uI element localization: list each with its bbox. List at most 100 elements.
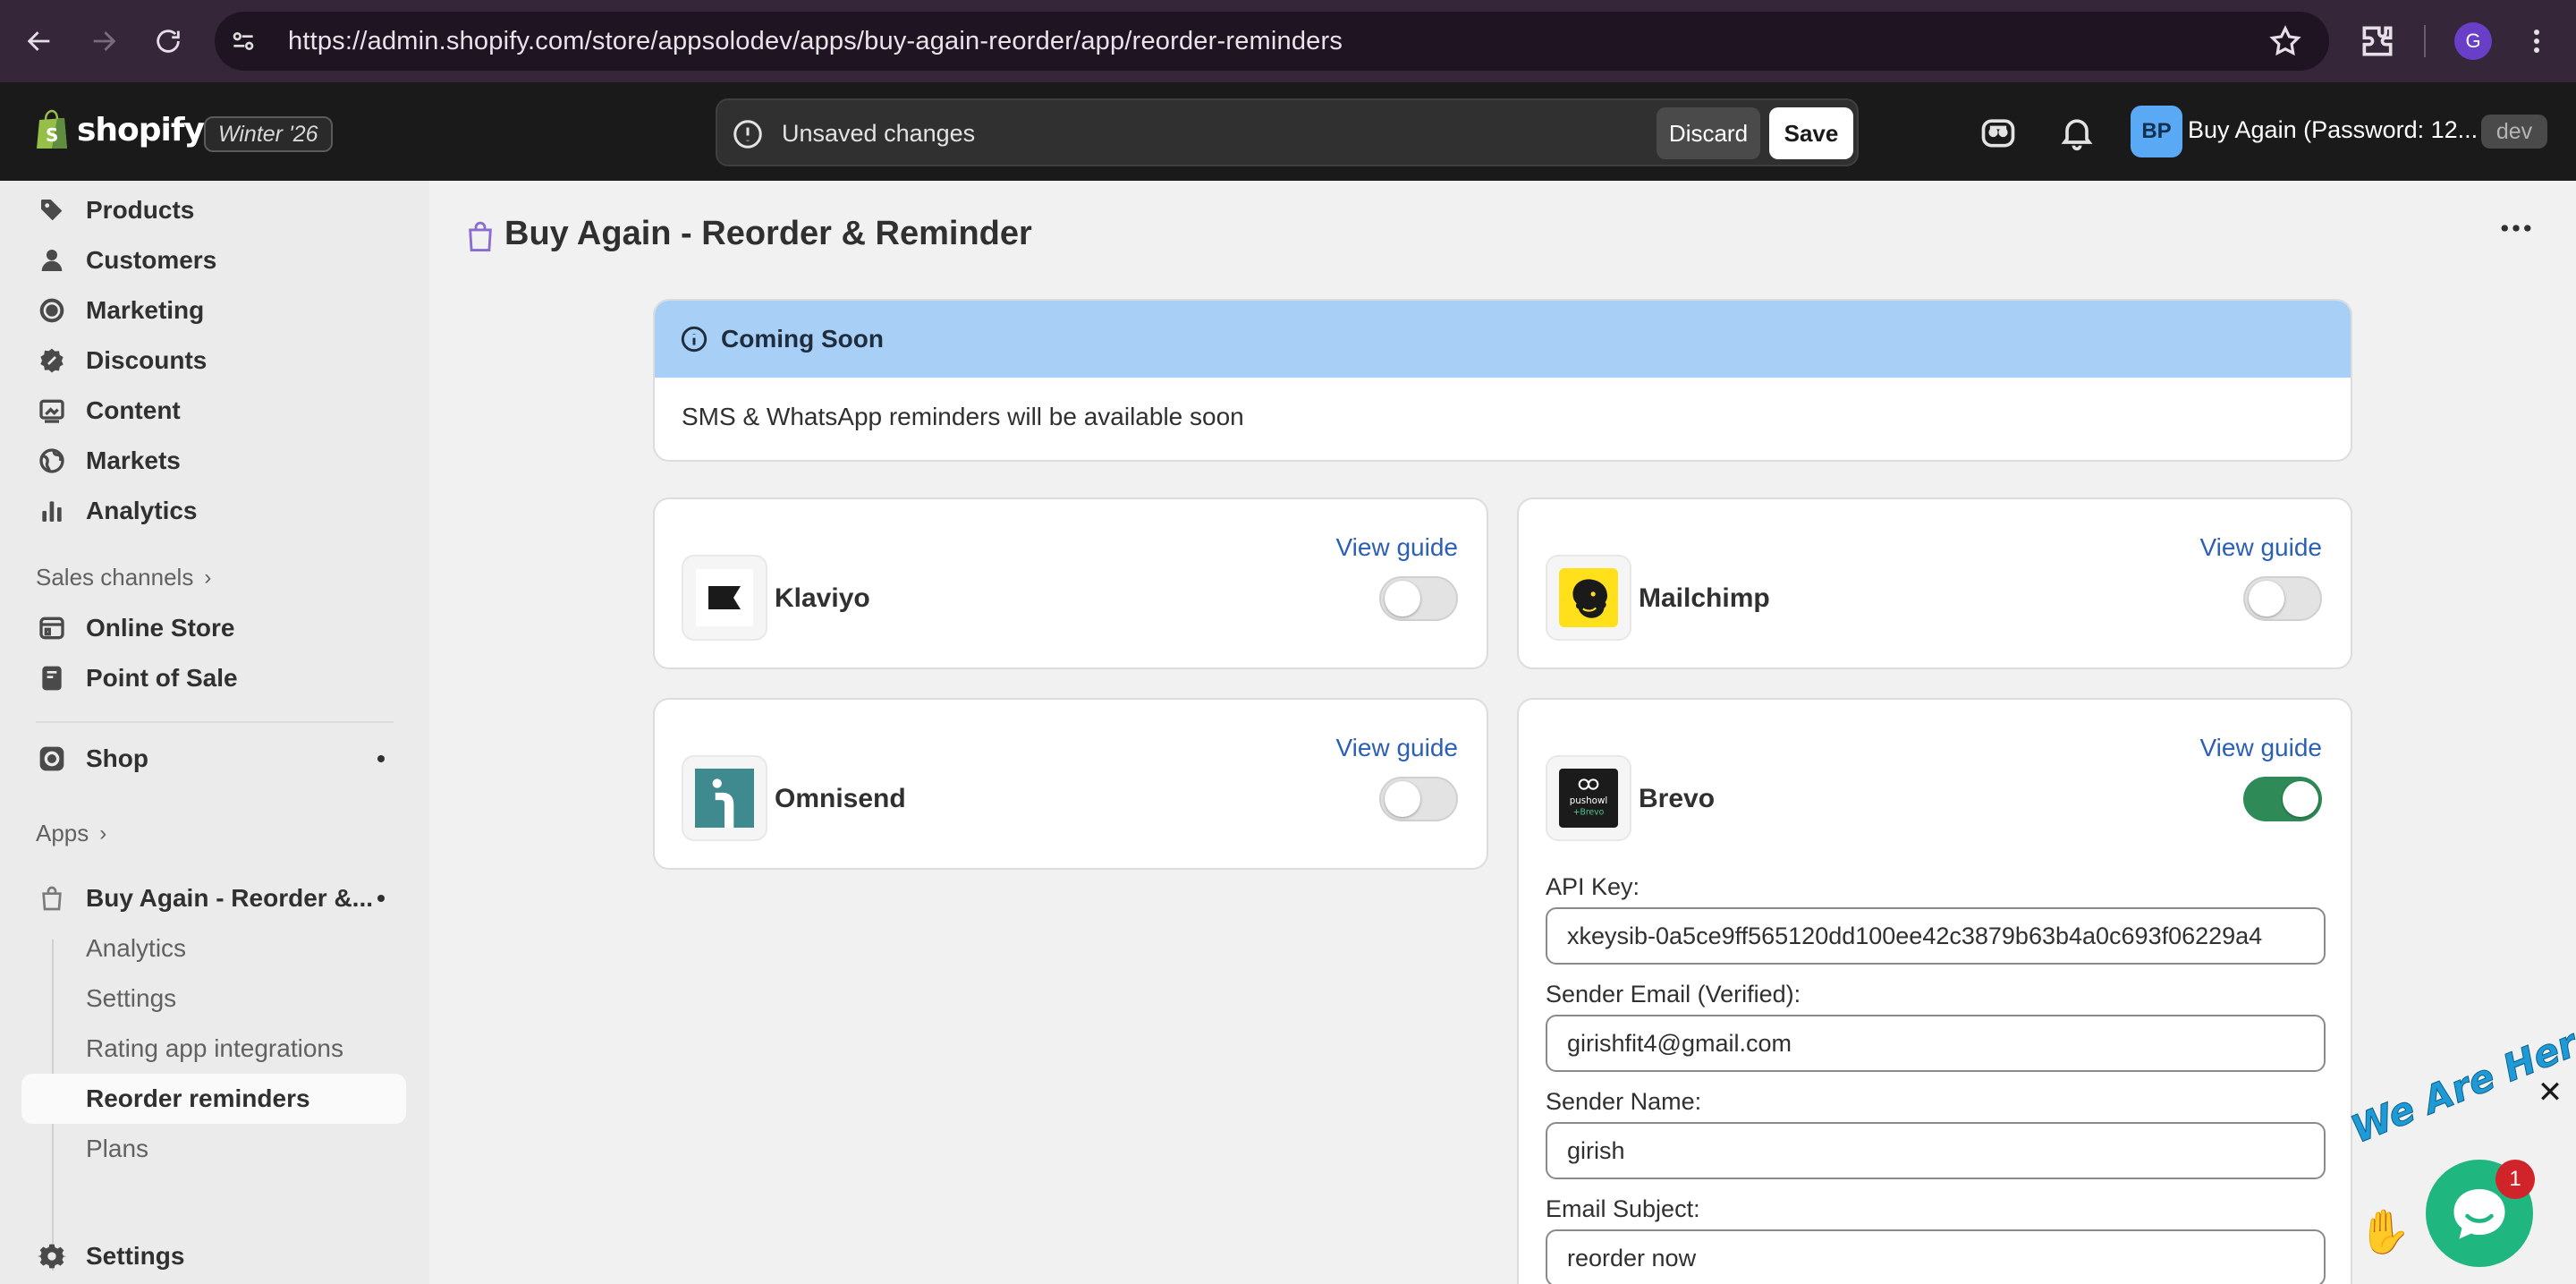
- toggle-knob: [2283, 781, 2318, 817]
- shopping-bag-icon: [36, 882, 68, 914]
- extensions-icon[interactable]: [2358, 21, 2397, 61]
- banner-body: SMS & WhatsApp reminders will be availab…: [682, 403, 1244, 430]
- brevo-toggle[interactable]: [2243, 777, 2322, 821]
- admin-topbar: S shopify Winter '26 Unsaved changes Dis…: [0, 82, 2576, 181]
- browser-toolbar: https://admin.shopify.com/store/appsolod…: [0, 0, 2576, 82]
- integration-name: Klaviyo: [775, 583, 870, 613]
- shopify-logo[interactable]: S shopify: [34, 109, 205, 150]
- sidebar-item-markets[interactable]: Markets: [21, 438, 406, 484]
- store-avatar[interactable]: BP: [2131, 106, 2182, 157]
- view-guide-link[interactable]: View guide: [1336, 734, 1458, 762]
- gear-icon: [36, 1240, 68, 1272]
- sidebar-item-online-store[interactable]: Online Store: [21, 605, 406, 651]
- toggle-knob: [1385, 781, 1420, 817]
- toolbar-divider: [2424, 25, 2426, 57]
- mailchimp-toggle[interactable]: [2243, 576, 2322, 621]
- sidebar-subitem-reorder-reminders[interactable]: Reorder reminders: [21, 1074, 406, 1124]
- apps-heading[interactable]: Apps ›: [36, 820, 106, 847]
- globe-icon: [36, 445, 68, 477]
- address-bar[interactable]: https://admin.shopify.com/store/appsolod…: [215, 12, 2329, 71]
- site-settings-icon[interactable]: [225, 23, 261, 59]
- sender-email-label: Sender Email (Verified):: [1546, 981, 1801, 1008]
- sidebar-item-label: Marketing: [86, 296, 205, 324]
- store-icon: [36, 612, 68, 644]
- integration-card-klaviyo: Klaviyo View guide: [653, 497, 1488, 669]
- save-button[interactable]: Save: [1769, 107, 1853, 159]
- tag-icon: [36, 194, 68, 226]
- sidebar-subitem-plans[interactable]: Plans: [86, 1135, 148, 1163]
- forward-button[interactable]: [72, 9, 136, 73]
- sidebar-item-analytics[interactable]: Analytics: [21, 488, 406, 534]
- sidebar-subitem-rating-integrations[interactable]: Rating app integrations: [86, 1034, 343, 1063]
- sidebar-item-settings[interactable]: Settings: [21, 1233, 406, 1280]
- page-header: Buy Again - Reorder & Reminder: [429, 181, 2576, 293]
- sidebar-item-label: Content: [86, 396, 181, 424]
- klaviyo-logo: [682, 555, 767, 641]
- reload-button[interactable]: [136, 9, 200, 73]
- omnisend-toggle[interactable]: [1379, 777, 1458, 821]
- sidebar-item-content[interactable]: Content: [21, 387, 406, 434]
- sidebar-subitem-analytics[interactable]: Analytics: [86, 934, 186, 963]
- svg-text:S: S: [46, 124, 58, 146]
- coming-soon-banner: Coming Soon SMS & WhatsApp reminders wil…: [653, 299, 2352, 462]
- pinned-dot: [377, 895, 385, 902]
- sidebar-item-buy-again-app[interactable]: Buy Again - Reorder &...: [21, 875, 406, 922]
- sender-name-input[interactable]: girish: [1546, 1122, 2326, 1179]
- pinned-dot: [377, 755, 385, 762]
- mailchimp-logo: [1546, 555, 1631, 641]
- view-guide-link[interactable]: View guide: [2200, 734, 2322, 762]
- browser-profile-avatar[interactable]: G: [2454, 22, 2492, 60]
- unread-count-badge: 1: [2496, 1160, 2535, 1199]
- sidebar-item-label: Buy Again - Reorder &...: [86, 884, 374, 912]
- chevron-right-icon: ›: [204, 565, 212, 590]
- toggle-knob: [1385, 581, 1420, 616]
- store-name[interactable]: Buy Again (Password: 12...: [2188, 116, 2478, 144]
- sales-channels-heading[interactable]: Sales channels ›: [36, 564, 211, 591]
- sidebar-item-label: Settings: [86, 1242, 185, 1270]
- sales-channels-label: Sales channels: [36, 564, 194, 591]
- target-icon: [36, 294, 68, 327]
- back-button[interactable]: [7, 9, 72, 73]
- sender-email-input[interactable]: girishfit4@gmail.com: [1546, 1015, 2326, 1072]
- pos-icon: [36, 662, 68, 694]
- sidebar-item-discounts[interactable]: Discounts: [21, 337, 406, 384]
- view-guide-link[interactable]: View guide: [1336, 533, 1458, 562]
- bookmark-star-icon[interactable]: [2268, 24, 2302, 58]
- integration-card-brevo: pushowl +Brevo Brevo View guide API Key:…: [1517, 698, 2352, 1284]
- browser-menu-icon[interactable]: [2521, 21, 2553, 61]
- sidebar-item-label: Online Store: [86, 614, 235, 642]
- integration-name: Mailchimp: [1639, 583, 1770, 613]
- waving-hand-icon: ✋: [2358, 1209, 2411, 1256]
- more-actions-icon[interactable]: [2501, 222, 2537, 258]
- shopping-bag-icon: [465, 218, 499, 256]
- bar-chart-icon: [36, 495, 68, 527]
- sidebar-item-marketing[interactable]: Marketing: [21, 287, 406, 334]
- discount-icon: [36, 344, 68, 377]
- sidebar-item-customers[interactable]: Customers: [21, 237, 406, 284]
- toggle-knob: [2249, 581, 2284, 616]
- env-badge: dev: [2481, 115, 2547, 149]
- api-key-input[interactable]: xkeysib-0a5ce9ff565120dd100ee42c3879b63b…: [1546, 907, 2326, 965]
- shopify-wordmark: shopify: [77, 111, 205, 149]
- sidekick-icon[interactable]: [1979, 113, 2018, 152]
- edition-badge[interactable]: Winter '26: [204, 116, 333, 152]
- contextual-save-bar: Unsaved changes Discard Save: [716, 98, 1859, 166]
- discard-button[interactable]: Discard: [1657, 107, 1760, 159]
- banner-heading: Coming Soon: [721, 325, 884, 353]
- notifications-bell-icon[interactable]: [2057, 113, 2097, 152]
- omnisend-logo: [682, 755, 767, 841]
- sidebar-item-point-of-sale[interactable]: Point of Sale: [21, 655, 406, 702]
- sidebar-subitem-label: Reorder reminders: [86, 1084, 310, 1112]
- sidebar-item-label: Customers: [86, 246, 217, 274]
- sidebar-subitem-settings[interactable]: Settings: [86, 984, 176, 1013]
- chevron-right-icon: ›: [99, 821, 107, 846]
- sidebar-divider: [36, 721, 394, 723]
- sidebar-item-shop[interactable]: Shop: [21, 736, 406, 782]
- view-guide-link[interactable]: View guide: [2200, 533, 2322, 562]
- chat-close-icon[interactable]: ✕: [2537, 1077, 2563, 1108]
- email-subject-label: Email Subject:: [1546, 1195, 1700, 1222]
- sidebar-item-products[interactable]: Products: [21, 187, 406, 234]
- email-subject-input[interactable]: reorder now: [1546, 1229, 2326, 1284]
- klaviyo-toggle[interactable]: [1379, 576, 1458, 621]
- shopify-bag-icon: S: [37, 109, 67, 149]
